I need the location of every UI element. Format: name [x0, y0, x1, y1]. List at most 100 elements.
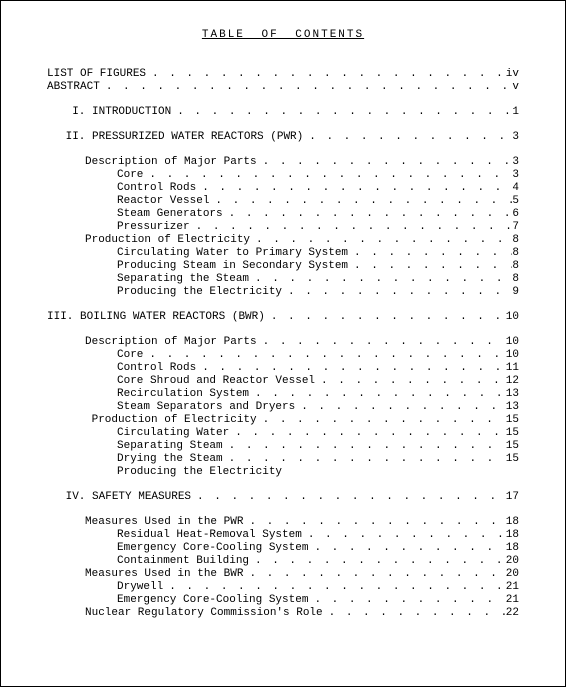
toc-leader-dots: . . . . . . . . . . . . . . . . . . . . …	[243, 568, 505, 581]
toc-leader-dots: . . . . . . . . . . . . . . . . . . . . …	[191, 491, 506, 504]
toc-leader-dots: . . . . . . . . . . . . . . . . . . . . …	[190, 221, 513, 234]
toc-page-number: 12	[506, 375, 519, 388]
toc-label: SAFETY MEASURES	[92, 491, 191, 504]
toc-label: Producing Steam in Secondary System	[117, 260, 348, 273]
toc-leader-dots: . . . . . . . . . . . . . . . . . . . . …	[243, 516, 505, 529]
toc-lead	[85, 414, 92, 427]
toc-page-number: iv	[506, 68, 519, 81]
toc-lead: I.	[59, 106, 92, 119]
toc-row: Emergency Core-Cooling System. . . . . .…	[47, 594, 519, 607]
toc-label: Producing the Electricity	[117, 286, 282, 299]
toc-label: Description of Major Parts	[85, 156, 257, 169]
vertical-gap	[47, 94, 519, 106]
toc-label: Core	[117, 169, 143, 182]
toc-lead: IV.	[59, 491, 92, 504]
toc-row: Pressurizer. . . . . . . . . . . . . . .…	[47, 221, 519, 234]
toc-label: Core Shroud and Reactor Vessel	[117, 375, 315, 388]
toc-label: Circulating Water to Primary System	[117, 247, 348, 260]
toc-label: Emergency Core-Cooling System	[117, 594, 308, 607]
document-title: TABLE OF CONTENTS	[47, 29, 519, 42]
toc-leader-dots: . . . . . . . . . . . . . . . . . . . . …	[250, 234, 512, 247]
toc-row: Drying the Steam. . . . . . . . . . . . …	[47, 453, 519, 466]
toc-label: ABSTRACT	[47, 81, 100, 94]
toc-label: Production of Electricity	[85, 234, 250, 247]
toc-page-number: 13	[506, 388, 519, 401]
toc-row: LIST OF FIGURES. . . . . . . . . . . . .…	[47, 68, 519, 81]
toc-label: INTRODUCTION	[92, 106, 171, 119]
toc-label: Producing the Electricity	[117, 466, 282, 479]
toc-label: PRESSURIZED WATER REACTORS (PWR)	[92, 131, 303, 144]
toc-lead: II.	[59, 131, 92, 144]
toc-label: Circulating Water	[117, 427, 229, 440]
toc-label: BOILING WATER REACTORS (BWR)	[80, 311, 265, 324]
toc-row: ABSTRACT. . . . . . . . . . . . . . . . …	[47, 81, 519, 94]
toc-page-number: 8	[512, 260, 519, 273]
toc-row: Steam Generators. . . . . . . . . . . . …	[47, 208, 519, 221]
vertical-gap	[47, 479, 519, 491]
toc-page-number: 15	[506, 427, 519, 440]
toc-row: Description of Major Parts. . . . . . . …	[47, 336, 519, 349]
toc-row: Measures Used in the PWR. . . . . . . . …	[47, 516, 519, 529]
toc-page-number: 1	[512, 106, 519, 119]
toc-page-number: 7	[512, 221, 519, 234]
toc-page-number: 10	[506, 336, 519, 349]
vertical-gap	[47, 144, 519, 156]
toc-page-number: 10	[506, 349, 519, 362]
toc-row: Production of Electricity. . . . . . . .…	[47, 234, 519, 247]
toc-label: Measures Used in the BWR	[85, 568, 243, 581]
toc-page-number: 8	[512, 247, 519, 260]
toc-label: Separating the Steam	[117, 273, 249, 286]
toc-page-number: 17	[506, 491, 519, 504]
vertical-gap	[47, 119, 519, 131]
toc-leader-dots: . . . . . . . . . . . . . . . . . . . . …	[223, 208, 513, 221]
toc-row: Measures Used in the BWR. . . . . . . . …	[47, 568, 519, 581]
toc-lead: III.	[47, 311, 80, 324]
toc-page-number: 15	[506, 440, 519, 453]
toc-label: Description of Major Parts	[85, 336, 257, 349]
toc-label: Containment Building	[117, 555, 249, 568]
toc-page-number: 18	[506, 516, 519, 529]
toc-label: Steam Separators and Dryers	[117, 401, 295, 414]
toc-page-number: 15	[506, 453, 519, 466]
toc-row: Core. . . . . . . . . . . . . . . . . . …	[47, 169, 519, 182]
table-of-contents: LIST OF FIGURES . . . . . . . . . . . . .…	[47, 68, 519, 620]
toc-row: IV. SAFETY MEASURES. . . . . . . . . . .…	[47, 491, 519, 504]
toc-leader-dots: . . . . . . . . . . . . . . . . . . . . …	[348, 247, 512, 260]
toc-leader-dots: . . . . . . . . . . . . . . . . . . . . …	[196, 182, 512, 195]
toc-label: Control Rods	[117, 362, 196, 375]
toc-leader-dots: . . . . . . . . . . . . . . . . . . . . …	[295, 401, 506, 414]
toc-page-number: 20	[506, 568, 519, 581]
toc-row: Circulating Water. . . . . . . . . . . .…	[47, 427, 519, 440]
toc-page-number: 18	[506, 542, 519, 555]
toc-label: Separating Steam	[117, 440, 223, 453]
toc-page-number: 21	[506, 594, 519, 607]
toc-row: Separating Steam. . . . . . . . . . . . …	[47, 440, 519, 453]
toc-leader-dots: . . . . . . . . . . . . . . . . . . . . …	[323, 607, 506, 620]
toc-page-number: 13	[506, 401, 519, 414]
toc-label: LIST OF FIGURES	[47, 68, 146, 81]
toc-row: Core. . . . . . . . . . . . . . . . . . …	[47, 349, 519, 362]
toc-row: Residual Heat-Removal System. . . . . . …	[47, 529, 519, 542]
toc-row: Circulating Water to Primary System. . .…	[47, 247, 519, 260]
toc-page-number: 20	[506, 555, 519, 568]
toc-leader-dots: . . . . . . . . . . . . . . . . . . . . …	[143, 349, 505, 362]
toc-row: Producing Steam in Secondary System. . .…	[47, 260, 519, 273]
toc-label: Production of Electricity	[92, 414, 257, 427]
vertical-gap	[47, 324, 519, 336]
toc-leader-dots: . . . . . . . . . . . . . . . . . . . . …	[249, 388, 506, 401]
vertical-gap	[47, 299, 519, 311]
toc-leader-dots: . . . . . . . . . . . . . . . . . . . . …	[257, 336, 506, 349]
toc-page-number: 5	[512, 195, 519, 208]
toc-row: Description of Major Parts. . . . . . . …	[47, 156, 519, 169]
toc-leader-dots: . . . . . . . . . . . . . . . . . . . . …	[265, 311, 506, 324]
toc-page-number: 3	[512, 156, 519, 169]
toc-row: Control Rods. . . . . . . . . . . . . . …	[47, 182, 519, 195]
toc-row: Producing the Electricity	[47, 466, 519, 479]
toc-page-number: 8	[512, 273, 519, 286]
toc-page-number: 18	[506, 529, 519, 542]
toc-label: Steam Generators	[117, 208, 223, 221]
toc-label: Measures Used in the PWR	[85, 516, 243, 529]
toc-leader-dots: . . . . . . . . . . . . . . . . . . . . …	[196, 362, 506, 375]
toc-leader-dots: . . . . . . . . . . . . . . . . . . . . …	[257, 414, 506, 427]
toc-row: Production of Electricity. . . . . . . .…	[47, 414, 519, 427]
